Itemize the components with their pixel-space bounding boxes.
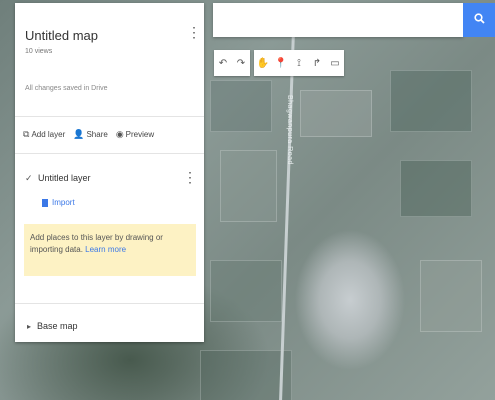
road (278, 29, 295, 400)
road-label: Bhagwanpura Road (286, 95, 293, 165)
map-field (400, 160, 472, 217)
hand-icon[interactable]: ✋ (254, 50, 272, 76)
map-details-panel: Untitled map 10 views ⋮ All changes save… (15, 3, 204, 342)
search-icon (473, 13, 485, 27)
layer-hint-box: Add places to this layer by drawing or i… (24, 224, 196, 276)
add-layer-label: Add layer (31, 130, 66, 139)
learn-more-link[interactable]: Learn more (85, 245, 126, 254)
search-input[interactable] (213, 3, 463, 37)
map-field (390, 70, 472, 132)
divider (15, 153, 204, 154)
add-person-icon: 👤 (73, 129, 85, 139)
map-field (210, 260, 282, 322)
view-count: 10 views (25, 48, 53, 55)
undo-icon[interactable]: ↶ (214, 50, 232, 76)
panel-actions: ⧉ Add layer 👤 Share ◉ Preview (23, 129, 154, 140)
layer-header[interactable]: ✓ Untitled layer (25, 173, 91, 183)
directions-icon[interactable]: ↱ (308, 50, 326, 76)
draw-line-icon[interactable]: ⟟ (290, 50, 308, 76)
base-map-row[interactable]: ▸ Base map (27, 321, 78, 331)
import-label: Import (52, 198, 75, 207)
import-link[interactable]: Import (42, 198, 75, 207)
share-label: Share (86, 130, 108, 139)
map-field (220, 150, 277, 222)
layer-name[interactable]: Untitled layer (38, 173, 91, 183)
map-title[interactable]: Untitled map (25, 28, 98, 43)
share-button[interactable]: 👤 Share (73, 129, 108, 140)
preview-button[interactable]: ◉ Preview (116, 129, 154, 140)
eye-icon: ◉ (115, 129, 124, 139)
map-field (210, 80, 272, 132)
add-layer-icon: ⧉ (23, 129, 30, 139)
divider (15, 303, 204, 304)
map-field (200, 350, 292, 400)
search-button[interactable] (463, 3, 495, 37)
ruler-icon[interactable]: ▭ (326, 50, 344, 76)
history-group: ↶ ↷ (214, 50, 250, 76)
layer-visibility-checkbox[interactable]: ✓ (25, 173, 34, 183)
divider (15, 116, 204, 117)
preview-label: Preview (125, 130, 155, 139)
base-map-label: Base map (37, 321, 78, 331)
add-layer-button[interactable]: ⧉ Add layer (23, 129, 65, 140)
map-options-icon[interactable]: ⋮ (187, 25, 201, 39)
map-field (300, 90, 372, 137)
search-box[interactable] (213, 3, 463, 37)
tools-group: ✋ 📍 ⟟ ↱ ▭ (254, 50, 344, 76)
map-toolbar: ↶ ↷ ✋ 📍 ⟟ ↱ ▭ (214, 50, 344, 76)
map-field (420, 260, 482, 332)
layer-options-icon[interactable]: ⋮ (183, 170, 197, 184)
save-status: All changes saved in Drive (25, 85, 108, 92)
redo-icon[interactable]: ↷ (232, 50, 250, 76)
document-icon (42, 198, 48, 207)
expand-arrow-icon[interactable]: ▸ (27, 322, 31, 331)
marker-icon[interactable]: 📍 (272, 50, 290, 76)
